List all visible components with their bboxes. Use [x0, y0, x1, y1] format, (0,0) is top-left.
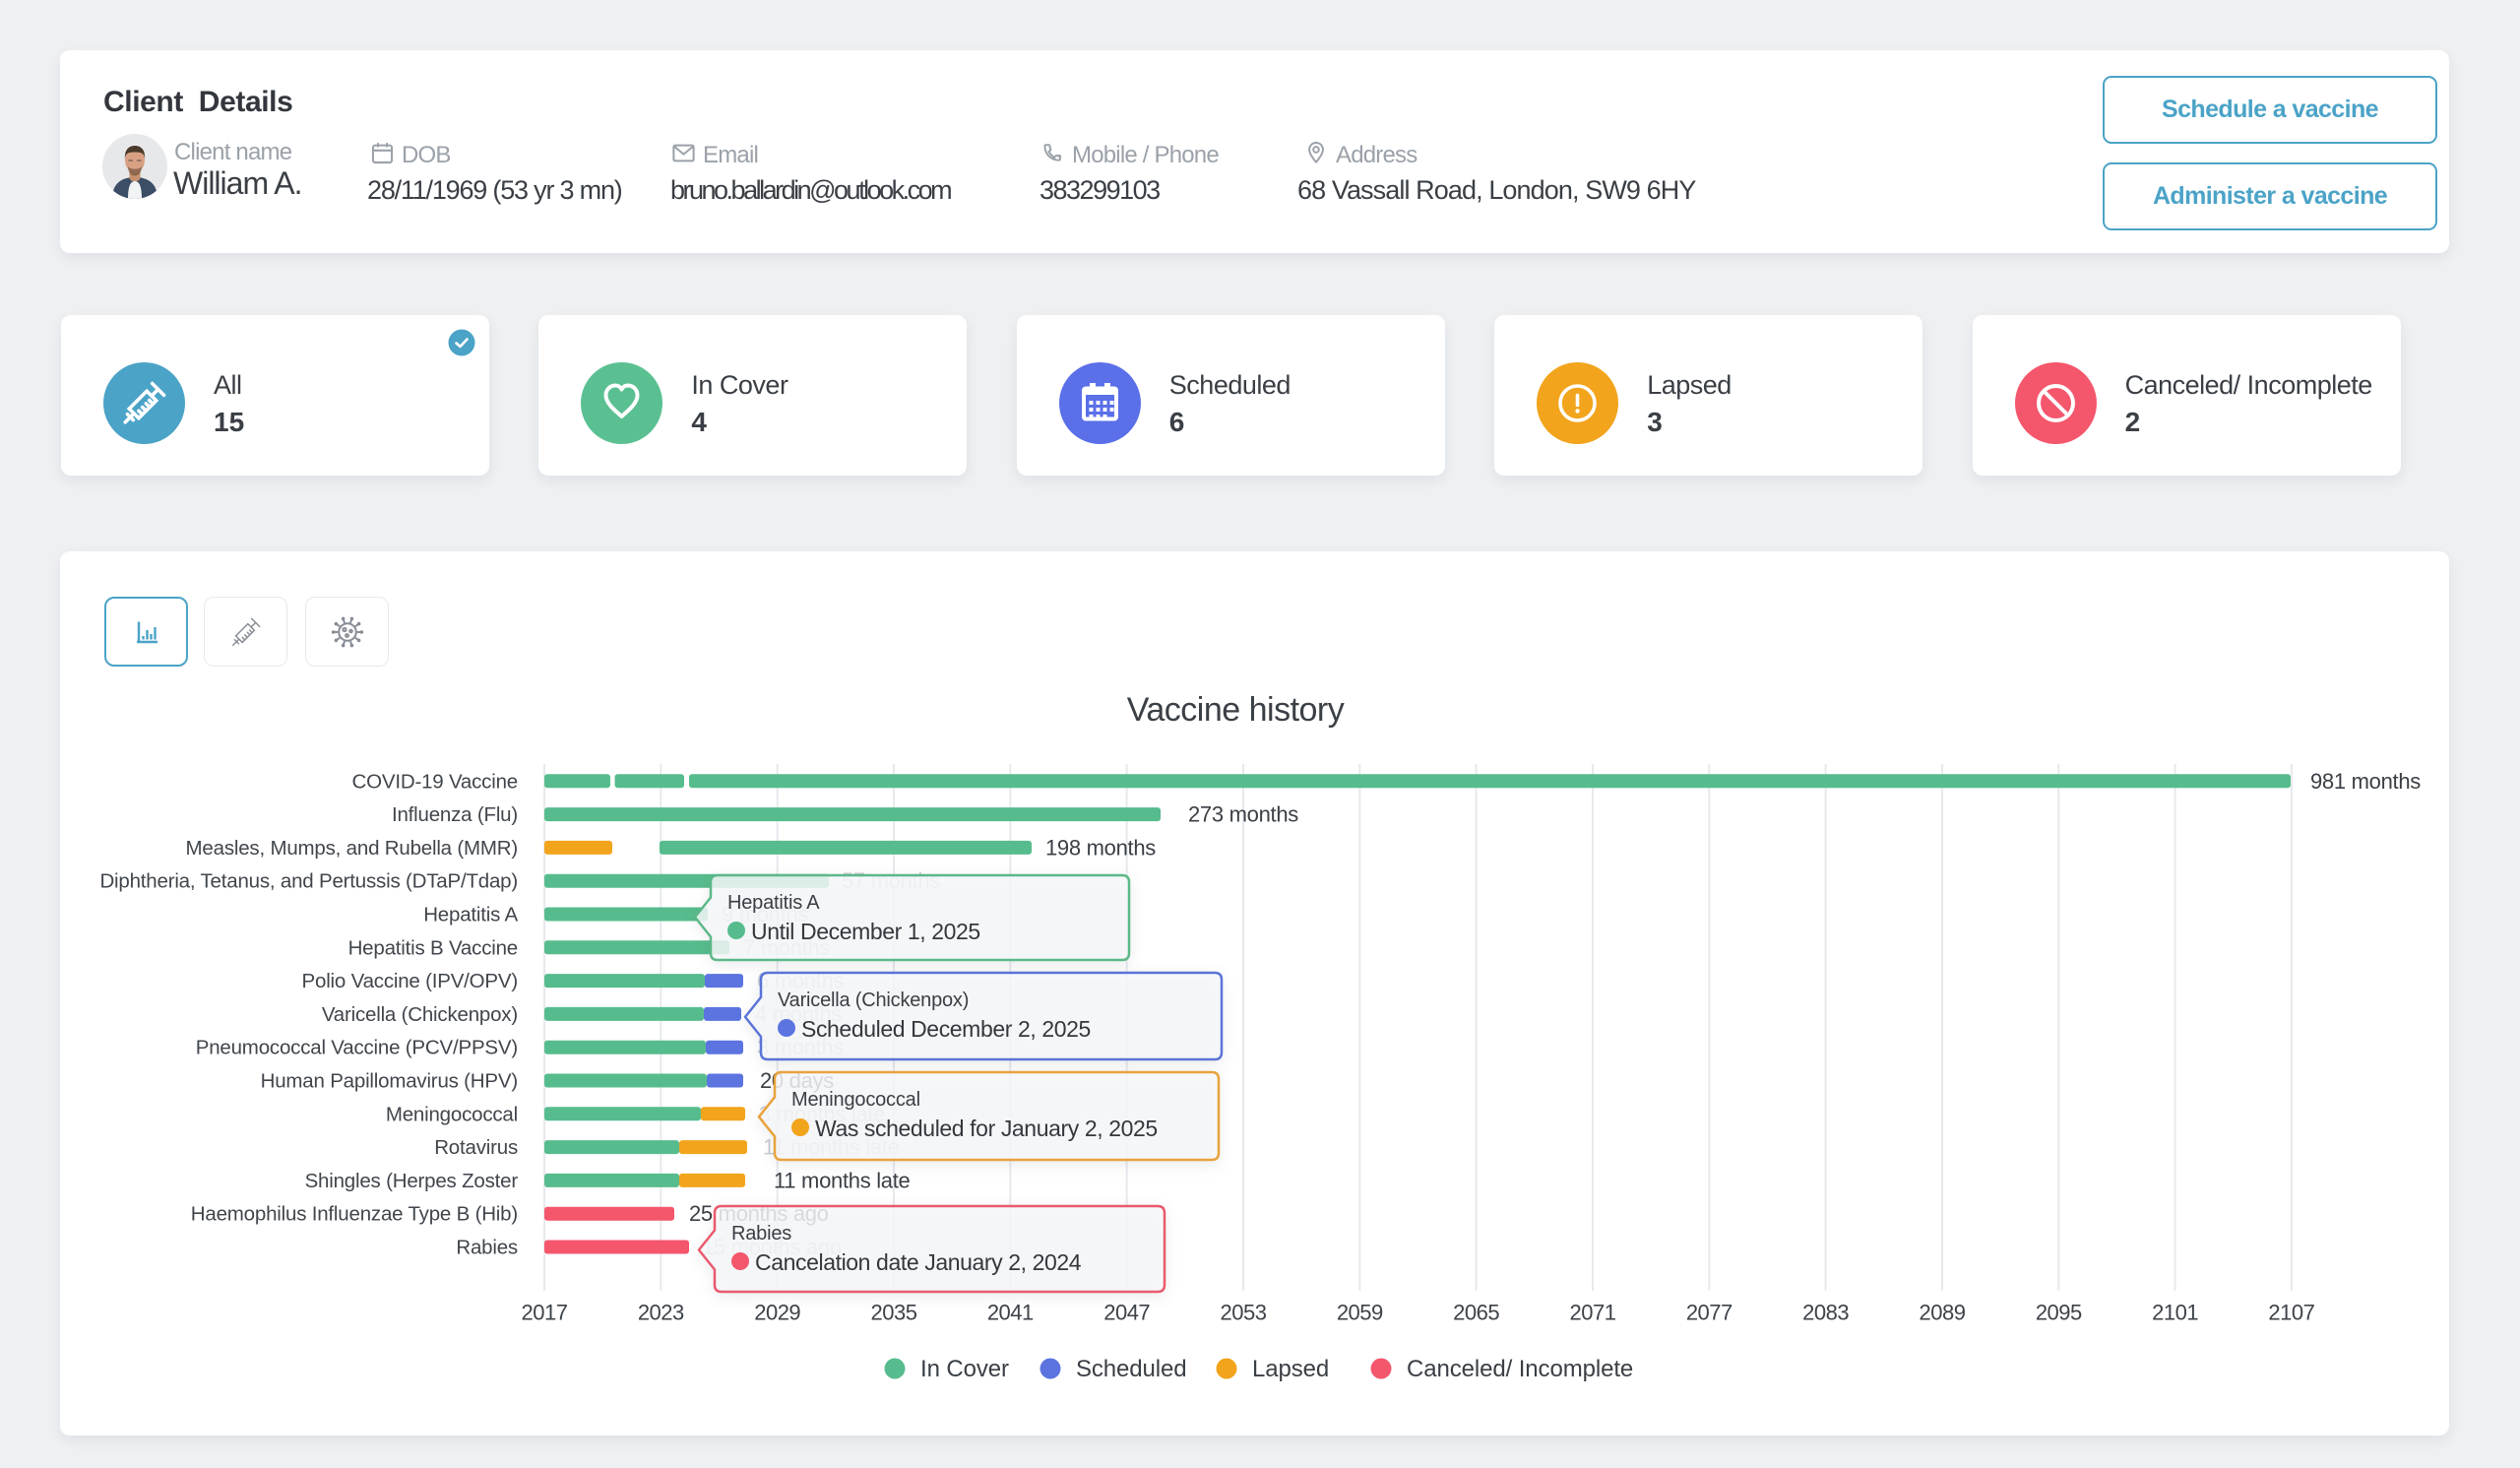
- svg-text:Haemophilus Influenzae Type B: Haemophilus Influenzae Type B (Hib): [191, 1203, 518, 1226]
- svg-text:Meningococcal: Meningococcal: [386, 1103, 518, 1125]
- svg-text:2083: 2083: [1802, 1301, 1849, 1325]
- svg-text:2059: 2059: [1337, 1301, 1383, 1325]
- svg-text:Hepatitis A: Hepatitis A: [423, 904, 518, 926]
- svg-text:Lapsed: Lapsed: [1252, 1356, 1329, 1382]
- svg-text:273 months: 273 months: [1188, 802, 1298, 827]
- svg-text:In Cover: In Cover: [920, 1356, 1009, 1382]
- svg-text:Rabies: Rabies: [731, 1223, 791, 1245]
- svg-text:2095: 2095: [2036, 1301, 2082, 1325]
- svg-text:Canceled/ Incomplete: Canceled/ Incomplete: [1407, 1356, 1633, 1382]
- svg-text:2107: 2107: [2268, 1301, 2314, 1325]
- svg-text:11 months late: 11 months late: [774, 1168, 911, 1192]
- svg-text:Cancelation date January 2, 20: Cancelation date January 2, 2024: [755, 1249, 1082, 1275]
- svg-text:Scheduled December 2, 2025: Scheduled December 2, 2025: [801, 1016, 1091, 1042]
- svg-text:Pneumococcal Vaccine (PCV/PPSV: Pneumococcal Vaccine (PCV/PPSV): [196, 1037, 518, 1059]
- svg-text:2089: 2089: [1920, 1301, 1966, 1325]
- svg-text:Varicella (Chickenpox): Varicella (Chickenpox): [778, 989, 969, 1011]
- svg-text:Human Papillomavirus (HPV): Human Papillomavirus (HPV): [261, 1070, 518, 1093]
- svg-text:Hepatitis B Vaccine: Hepatitis B Vaccine: [348, 936, 518, 959]
- svg-text:2053: 2053: [1221, 1301, 1267, 1325]
- svg-text:Until December 1, 2025: Until December 1, 2025: [751, 919, 980, 944]
- svg-text:2071: 2071: [1570, 1301, 1616, 1325]
- svg-text:2047: 2047: [1103, 1301, 1150, 1325]
- svg-text:2041: 2041: [987, 1301, 1034, 1325]
- svg-text:198 months: 198 months: [1045, 835, 1156, 860]
- svg-text:Influenza (Flu): Influenza (Flu): [392, 803, 518, 826]
- svg-text:Hepatitis A: Hepatitis A: [727, 892, 820, 914]
- svg-text:2023: 2023: [638, 1301, 684, 1325]
- svg-text:2101: 2101: [2152, 1301, 2198, 1325]
- svg-text:Shingles (Herpes Zoster: Shingles (Herpes Zoster: [305, 1170, 519, 1192]
- svg-text:Scheduled: Scheduled: [1076, 1356, 1187, 1382]
- svg-text:Varicella (Chickenpox): Varicella (Chickenpox): [322, 1003, 518, 1026]
- svg-text:Rabies: Rabies: [456, 1237, 518, 1259]
- svg-text:2029: 2029: [754, 1301, 800, 1325]
- svg-text:Rotavirus: Rotavirus: [434, 1136, 518, 1159]
- svg-text:Meningococcal: Meningococcal: [791, 1089, 920, 1111]
- svg-text:981 months: 981 months: [2310, 769, 2421, 794]
- svg-text:Polio Vaccine (IPV/OPV): Polio Vaccine (IPV/OPV): [302, 970, 518, 992]
- svg-text:COVID-19 Vaccine: COVID-19 Vaccine: [352, 770, 518, 793]
- svg-text:2017: 2017: [522, 1301, 568, 1325]
- svg-text:Measles, Mumps, and Rubella (M: Measles, Mumps, and Rubella (MMR): [186, 837, 518, 860]
- svg-text:2035: 2035: [871, 1301, 917, 1325]
- svg-text:2065: 2065: [1453, 1301, 1499, 1325]
- svg-text:2077: 2077: [1686, 1301, 1732, 1325]
- svg-text:Was scheduled for January 2, 2: Was scheduled for January 2, 2025: [815, 1116, 1158, 1141]
- svg-text:Diphtheria, Tetanus, and Pertu: Diphtheria, Tetanus, and Pertussis (DTaP…: [99, 870, 518, 893]
